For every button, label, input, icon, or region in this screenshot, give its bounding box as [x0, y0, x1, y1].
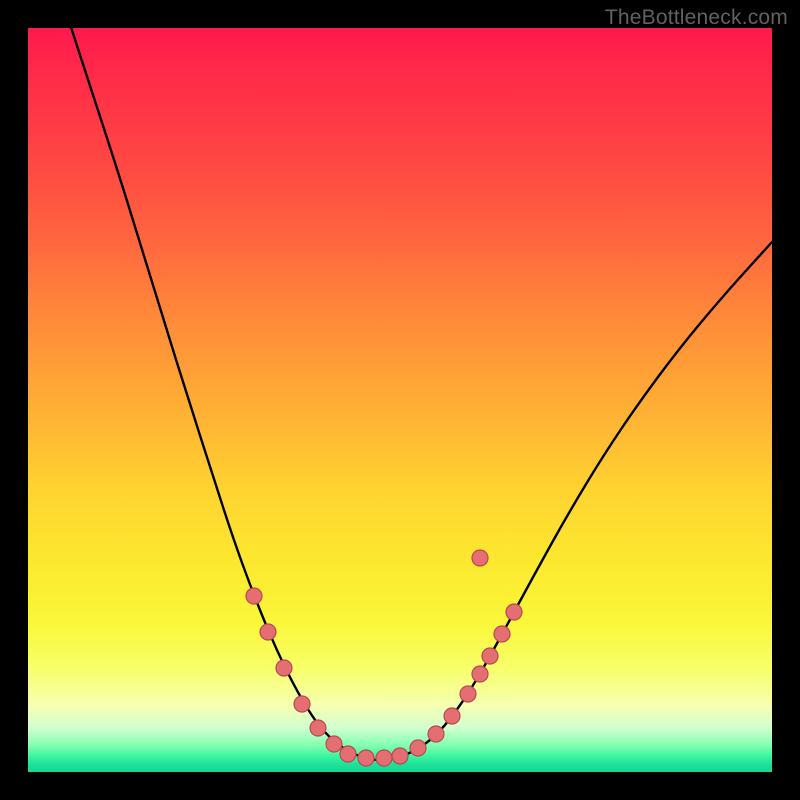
marker-dot: [310, 720, 326, 736]
marker-dot: [472, 666, 488, 682]
marker-dot: [482, 648, 498, 664]
chart-frame: TheBottleneck.com: [0, 0, 800, 800]
curve-path: [68, 28, 772, 760]
curve-layer: [68, 28, 772, 760]
markers-layer: [246, 550, 522, 766]
marker-dot: [276, 660, 292, 676]
marker-dot: [246, 588, 262, 604]
marker-dot: [392, 748, 408, 764]
marker-dot: [294, 696, 310, 712]
marker-dot: [358, 750, 374, 766]
marker-dot: [460, 686, 476, 702]
marker-dot: [326, 736, 342, 752]
plot-area: [28, 28, 772, 772]
marker-dot: [410, 740, 426, 756]
marker-dot: [444, 708, 460, 724]
marker-dot: [506, 604, 522, 620]
marker-dot: [428, 726, 444, 742]
marker-dot: [494, 626, 510, 642]
marker-dot: [260, 624, 276, 640]
marker-dot: [376, 750, 392, 766]
marker-dot: [340, 746, 356, 762]
marker-dot: [472, 550, 488, 566]
watermark-text: TheBottleneck.com: [605, 6, 788, 30]
chart-svg: [28, 28, 772, 772]
